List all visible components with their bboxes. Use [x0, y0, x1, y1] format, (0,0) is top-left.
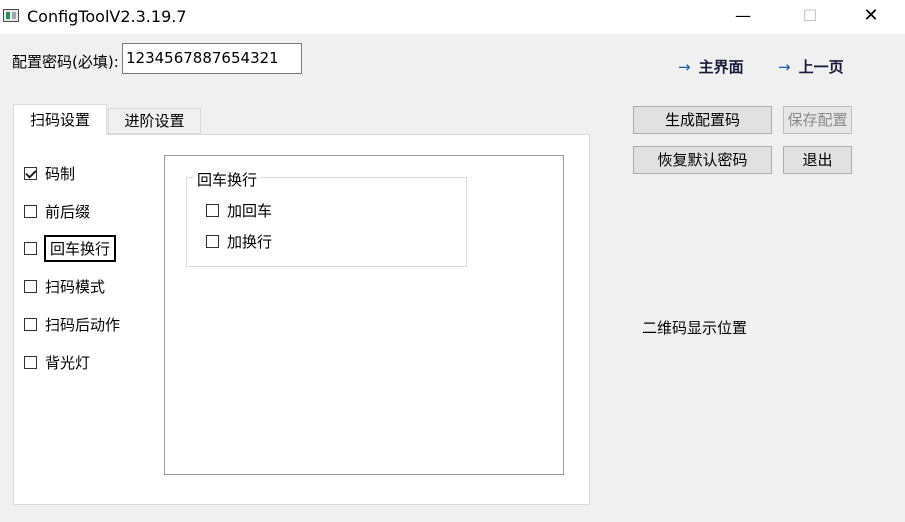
checkbox[interactable]	[24, 317, 37, 331]
generate-config-button[interactable]: 生成配置码	[633, 106, 772, 134]
title-bar: ConfigToolV2.3.19.7 — ☐ ✕	[0, 0, 905, 34]
group-title: 回车换行	[194, 169, 261, 190]
option-add-line-feed[interactable]: 加换行	[206, 230, 272, 252]
password-input[interactable]: 1234567887654321	[122, 43, 302, 74]
option-scan-mode[interactable]: 扫码模式	[24, 275, 105, 297]
option-prefix-suffix[interactable]: 前后缀	[24, 200, 90, 222]
save-config-button[interactable]: 保存配置	[783, 106, 852, 134]
option-label: 扫码模式	[45, 277, 106, 296]
arrow-right-icon: →	[678, 58, 691, 76]
option-label: 回车换行	[44, 234, 117, 262]
checkbox[interactable]	[24, 166, 37, 180]
checkbox[interactable]	[24, 204, 37, 218]
option-label: 前后缀	[45, 202, 91, 221]
option-label: 背光灯	[45, 353, 91, 372]
enter-newline-group	[186, 177, 467, 267]
main-screen-label: 主界面	[698, 58, 744, 76]
checkbox[interactable]	[24, 241, 37, 255]
minimize-button[interactable]: —	[720, 0, 766, 34]
option-symbology[interactable]: 码制	[24, 162, 75, 184]
checkbox[interactable]	[24, 279, 37, 293]
checkbox[interactable]	[24, 355, 37, 369]
option-add-carriage-return[interactable]: 加回车	[206, 199, 272, 221]
option-post-scan-action[interactable]: 扫码后动作	[24, 313, 120, 335]
tab-scan-settings[interactable]: 扫码设置	[13, 104, 107, 135]
option-label: 加换行	[227, 232, 273, 251]
restore-default-password-button[interactable]: 恢复默认密码	[633, 146, 772, 174]
tab-advanced-settings[interactable]: 进阶设置	[108, 108, 201, 134]
option-label: 扫码后动作	[45, 315, 121, 334]
main-screen-link[interactable]: → 主界面	[678, 56, 744, 77]
option-label: 码制	[45, 164, 76, 183]
window-title: ConfigToolV2.3.19.7	[27, 7, 187, 26]
checkbox[interactable]	[206, 234, 219, 248]
close-button[interactable]: ✕	[848, 0, 894, 34]
qr-code-placeholder: 二维码显示位置	[642, 319, 748, 337]
exit-button[interactable]: 退出	[783, 146, 852, 174]
checkbox[interactable]	[206, 203, 219, 217]
option-backlight[interactable]: 背光灯	[24, 351, 90, 373]
app-icon	[3, 9, 19, 22]
option-label: 加回车	[227, 201, 273, 220]
option-enter-newline[interactable]: 回车换行	[24, 234, 117, 262]
arrow-right-icon: →	[778, 58, 791, 76]
password-label: 配置密码(必填):	[12, 53, 119, 71]
previous-page-label: 上一页	[798, 58, 844, 76]
maximize-button[interactable]: ☐	[787, 0, 833, 34]
previous-page-link[interactable]: → 上一页	[778, 56, 844, 77]
